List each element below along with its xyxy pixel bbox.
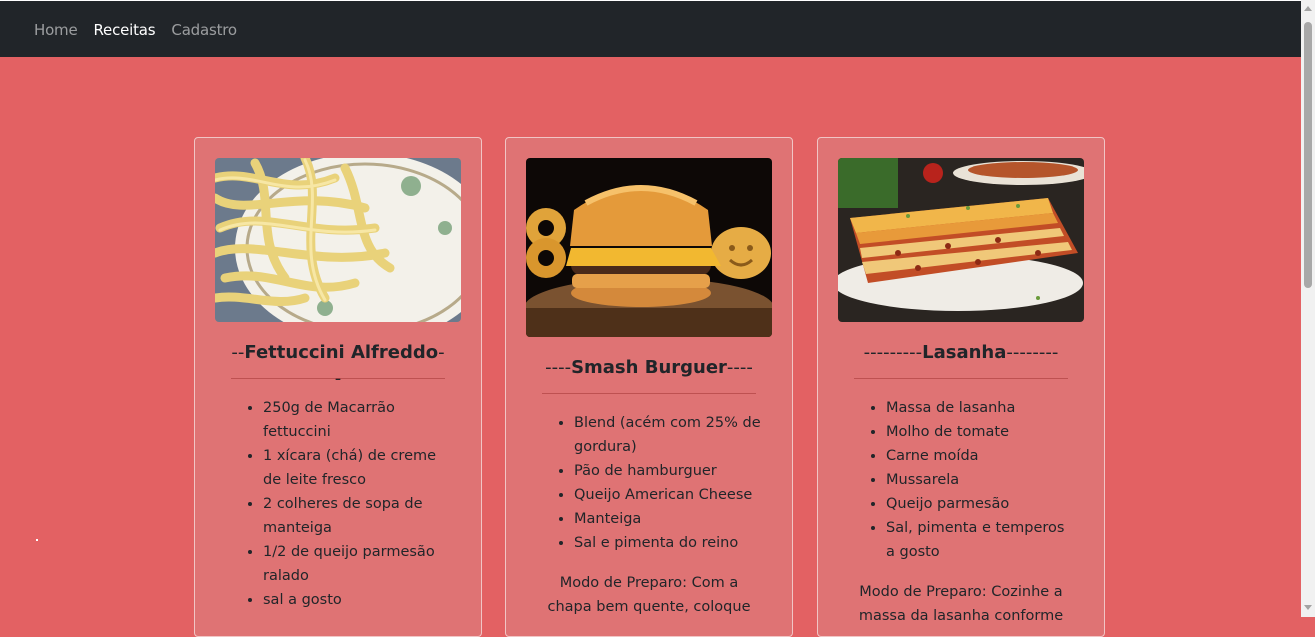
title-divider: [231, 378, 445, 379]
list-item: Massa de lasanha: [886, 396, 1074, 420]
recipe-title: ----Smash Burguer----: [545, 357, 753, 378]
ingredient-list: Blend (acém com 25% de gordura) Pão de h…: [542, 411, 762, 555]
prep-instructions: Modo de Preparo: Com a chapa bem quente,…: [547, 575, 751, 615]
top-navbar: Home Receitas Cadastro: [0, 0, 1301, 57]
list-item: 2 colheres de sopa de manteiga: [263, 492, 451, 540]
nav-link-receitas[interactable]: Receitas: [94, 20, 156, 40]
recipe-title: ---------Lasanha--------: [863, 342, 1059, 363]
page-scrollbar[interactable]: [1301, 0, 1315, 617]
recipe-image-burger: [526, 158, 772, 337]
recipe-card-fettuccini: --Fettuccini Alfreddo-- 250g de Macarrão…: [194, 137, 482, 637]
list-item: Sal, pimenta e temperos a gosto: [886, 516, 1074, 564]
list-item: Mussarela: [886, 468, 1074, 492]
list-item: Manteiga: [574, 507, 762, 531]
title-divider: [542, 393, 756, 394]
list-item: Sal e pimenta do reino: [574, 531, 762, 555]
stray-dot: [36, 539, 38, 541]
scrollbar-thumb[interactable]: [1304, 22, 1312, 288]
nav-links: Home Receitas Cadastro: [34, 20, 237, 40]
recipe-card-smash-burguer: ----Smash Burguer---- Blend (acém com 25…: [505, 137, 793, 637]
scroll-down-arrow-icon[interactable]: [1304, 605, 1312, 610]
list-item: Pão de hamburguer: [574, 459, 762, 483]
list-item: sal a gosto: [263, 588, 451, 612]
burger-photo: [526, 158, 772, 337]
nav-link-home[interactable]: Home: [34, 20, 78, 40]
recipe-image-lasanha: [838, 158, 1084, 322]
list-item: Queijo American Cheese: [574, 483, 762, 507]
ingredient-list: 250g de Macarrão fettuccini 1 xícara (ch…: [231, 396, 451, 612]
title-divider: [854, 378, 1068, 379]
recipe-image-fettuccini: [215, 158, 461, 322]
recipe-card-lasanha: ---------Lasanha-------- Massa de lasanh…: [817, 137, 1105, 637]
recipe-title: --Fettuccini Alfreddo--: [231, 342, 445, 389]
list-item: 250g de Macarrão fettuccini: [263, 396, 451, 444]
list-item: Molho de tomate: [886, 420, 1074, 444]
list-item: Carne moída: [886, 444, 1074, 468]
list-item: Queijo parmesão: [886, 492, 1074, 516]
fettuccine-photo: [215, 158, 461, 322]
list-item: 1/2 de queijo parmesão ralado: [263, 540, 451, 588]
nav-link-cadastro[interactable]: Cadastro: [171, 20, 237, 40]
list-item: Blend (acém com 25% de gordura): [574, 411, 762, 459]
prep-instructions: Modo de Preparo: Cozinhe a massa da lasa…: [858, 584, 1064, 624]
scroll-up-arrow-icon[interactable]: [1304, 6, 1312, 11]
lasagna-photo: [838, 158, 1084, 322]
ingredient-list: Massa de lasanha Molho de tomate Carne m…: [854, 396, 1074, 564]
list-item: 1 xícara (chá) de creme de leite fresco: [263, 444, 451, 492]
